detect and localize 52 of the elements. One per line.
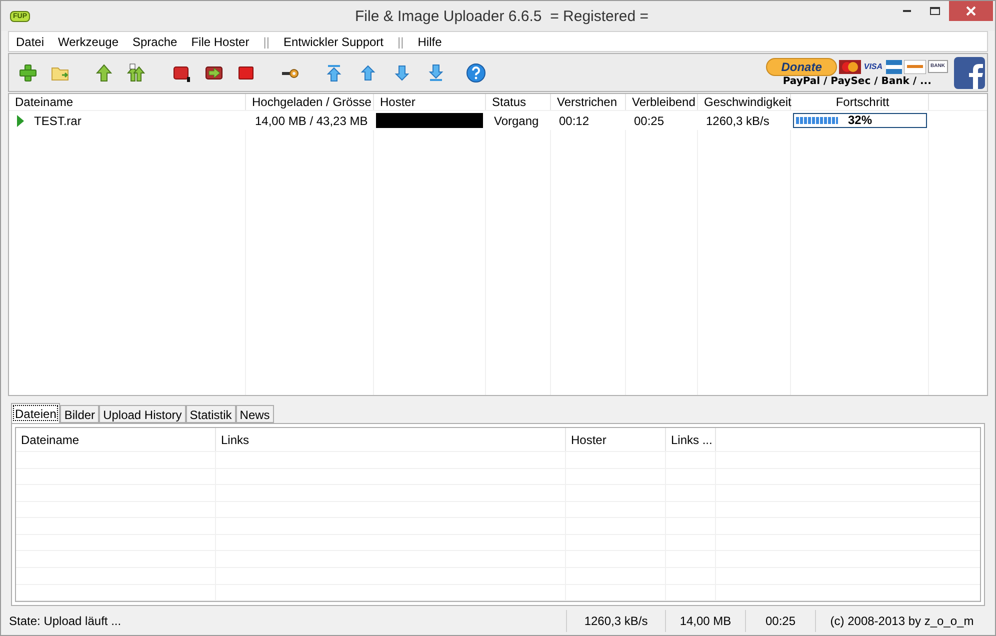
column-header[interactable]: Status [486,94,551,110]
table-cell-text: 14,00 MB / 43,23 MB [254,112,369,130]
menu-item[interactable]: Entwickler Support [283,32,384,50]
menu-item[interactable]: File Hoster [191,32,250,50]
column-header[interactable]: Hoster [566,428,666,452]
column-header[interactable]: Dateiname [9,94,246,110]
payment-caption: PayPal / PaySec / Bank / ... [782,76,932,88]
menu-item[interactable]: Hilfe [418,32,442,50]
column-header[interactable]: Verbleibend [626,94,698,110]
window-title: File & Image Uploader 6.6.5 = Registered = [355,7,648,27]
card-icon [838,60,861,74]
add-icon[interactable] [17,62,39,84]
status-text: State: Upload läuft ... [8,613,122,630]
column-header[interactable]: Hoster [374,94,486,110]
column-header[interactable]: Geschwindigkeit [698,94,791,110]
column-header[interactable]: Verstrichen [551,94,626,110]
column-header[interactable]: Links ... [666,428,716,452]
column-header[interactable]: Fortschritt [791,94,929,110]
facebook-icon [967,62,985,88]
status-text: 14,00 MB [665,610,745,632]
tab[interactable]: Statistik [186,405,236,423]
menu-item[interactable]: Sprache [132,32,178,50]
double-arrow-up-icon[interactable] [125,62,147,84]
file-name: TEST.rar [34,112,82,130]
card-icon [886,60,902,74]
arrow-up-icon[interactable] [93,62,115,84]
card-icon [904,60,926,74]
table-cell-text: 00:25 [633,112,666,130]
tab[interactable]: Bilder [60,405,100,423]
column-header[interactable]: Links [216,428,566,452]
menu-separator: || [263,34,270,50]
facebook-button[interactable] [954,56,985,88]
progress-percent: 32% [848,114,872,127]
tab[interactable]: Dateien [11,403,60,423]
status-text: (c) 2008-2013 by z_o_o_m [815,610,988,632]
help-icon[interactable] [465,62,487,84]
status-text: 1260,3 kB/s [566,610,665,632]
table-cell-text: Vorgang [493,112,540,130]
menu-separator: || [398,34,404,50]
table-cell-text: 00:12 [558,112,590,130]
table-cell-text: 1260,3 kB/s [705,112,770,130]
card-logo: VISA [862,60,884,72]
column-header[interactable]: Hochgeladen / Grösse [246,94,374,110]
tab[interactable]: Upload History [99,405,186,423]
menu-item[interactable]: Werkzeuge [58,32,118,50]
status-text: 00:25 [745,610,815,632]
close-icon [966,6,976,16]
donate-button[interactable]: Donate [766,58,837,76]
tab[interactable]: News [236,405,274,423]
column-header[interactable]: Dateiname [16,428,216,452]
menu-item[interactable]: Datei [16,32,44,50]
close-button[interactable] [949,1,993,21]
